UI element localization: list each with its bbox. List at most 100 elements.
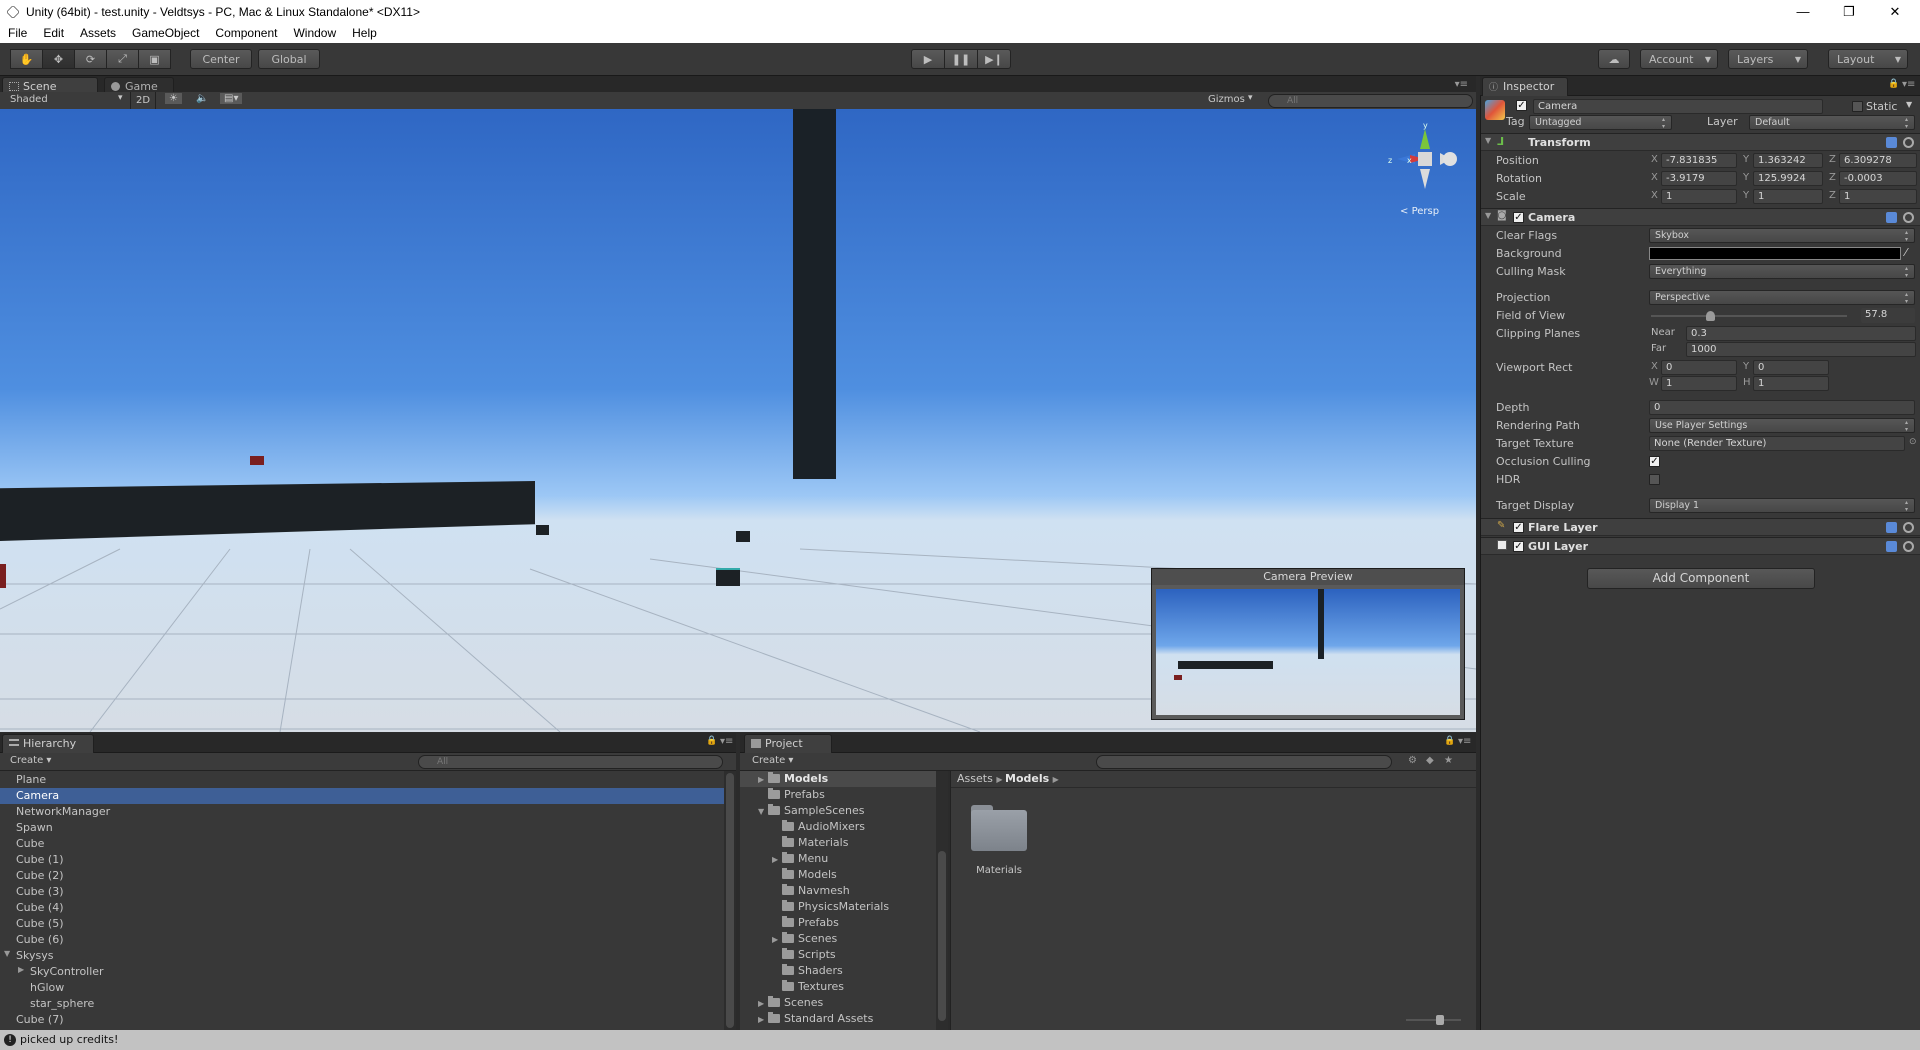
tree-item[interactable]: ▶ Models <box>758 771 828 787</box>
account-dropdown[interactable]: Account ▼ <box>1640 49 1718 69</box>
collapse-arrow-icon[interactable]: ▶ <box>772 932 782 948</box>
tree-item[interactable]: Models <box>782 867 837 883</box>
2d-toggle[interactable]: 2D <box>130 92 156 109</box>
camera-component-header[interactable]: ▼ ◙ ✓ Camera <box>1481 208 1920 226</box>
tree-item[interactable]: Scripts <box>782 947 836 963</box>
hierarchy-item[interactable]: Spawn <box>0 820 724 836</box>
clear-flags-dropdown[interactable]: Skybox <box>1649 228 1915 243</box>
rotation-x-field[interactable]: -3.9179 <box>1661 171 1737 186</box>
gui-layer-checkbox[interactable]: ✓ <box>1513 541 1524 552</box>
effects-toggle-icon[interactable]: ▤▾ <box>220 93 243 104</box>
lighting-toggle-icon[interactable]: ☀ <box>165 93 182 104</box>
hierarchy-item[interactable]: star_sphere <box>0 996 724 1012</box>
scene-viewport[interactable]: y z x < Persp Camera Preview <box>0 109 1476 732</box>
tree-item[interactable]: Prefabs <box>782 915 839 931</box>
panel-menu-icon[interactable]: ▾≡ <box>1455 79 1468 90</box>
scene-search-input[interactable]: All <box>1268 94 1473 108</box>
filter-type-icon[interactable]: ⚙ <box>1408 755 1417 766</box>
hierarchy-item[interactable]: Cube (6) <box>0 932 724 948</box>
eyedropper-icon[interactable]: ⁄ <box>1905 246 1907 259</box>
tag-dropdown[interactable]: Untagged <box>1529 115 1672 130</box>
camera-enabled-checkbox[interactable]: ✓ <box>1513 212 1524 223</box>
scale-tool-icon[interactable]: ⤢ <box>106 49 139 69</box>
hierarchy-item[interactable]: SkyController <box>0 964 724 980</box>
hierarchy-scroll-thumb[interactable] <box>726 773 734 1028</box>
position-x-field[interactable]: -7.831835 <box>1661 153 1737 168</box>
object-picker-icon[interactable]: ⊙ <box>1909 437 1917 447</box>
fov-slider-track[interactable] <box>1651 311 1847 321</box>
scale-y-field[interactable]: 1 <box>1753 189 1823 204</box>
expand-arrow-icon[interactable]: ▼ <box>758 804 768 820</box>
fov-slider-thumb[interactable] <box>1706 311 1715 321</box>
status-message[interactable]: picked up credits! <box>20 1033 118 1046</box>
help-book-icon[interactable] <box>1886 137 1897 148</box>
flare-layer-checkbox[interactable]: ✓ <box>1513 522 1524 533</box>
tree-item[interactable]: Materials <box>782 835 848 851</box>
viewport-y-field[interactable]: 0 <box>1753 360 1829 375</box>
tree-item[interactable]: Prefabs <box>768 787 825 803</box>
object-name-field[interactable]: Camera <box>1533 99 1823 114</box>
near-field[interactable]: 0.3 <box>1686 326 1916 341</box>
persp-toggle[interactable]: < Persp <box>1400 206 1439 217</box>
tree-item[interactable]: ▶ Scenes <box>772 931 837 947</box>
minimize-icon[interactable]: — <box>1780 0 1826 23</box>
icon-size-slider[interactable] <box>1406 1015 1461 1025</box>
shading-mode-dropdown[interactable]: Shaded <box>10 94 48 105</box>
gear-icon[interactable] <box>1903 137 1914 148</box>
help-book-icon[interactable] <box>1886 522 1897 533</box>
target-display-dropdown[interactable]: Display 1 <box>1649 498 1915 513</box>
rotation-z-field[interactable]: -0.0003 <box>1839 171 1917 186</box>
hierarchy-create-button[interactable]: Create ▾ <box>10 755 51 766</box>
menu-assets[interactable]: Assets <box>72 26 124 40</box>
active-checkbox[interactable]: ✓ <box>1516 100 1527 111</box>
static-checkbox[interactable] <box>1852 101 1863 112</box>
position-z-field[interactable]: 6.309278 <box>1839 153 1917 168</box>
icon-size-slider-thumb[interactable] <box>1436 1015 1444 1025</box>
collapse-arrow-icon[interactable]: ▶ <box>772 852 782 868</box>
tree-item[interactable]: ▶ Scenes <box>758 995 823 1011</box>
rendering-path-dropdown[interactable]: Use Player Settings <box>1649 418 1915 433</box>
layers-dropdown[interactable]: Layers ▼ <box>1728 49 1808 69</box>
hierarchy-item[interactable]: Cube (5) <box>0 916 724 932</box>
hierarchy-item[interactable]: NetworkManager <box>0 804 724 820</box>
layout-dropdown[interactable]: Layout ▼ <box>1828 49 1908 69</box>
favorite-star-icon[interactable]: ★ <box>1444 755 1453 766</box>
scale-z-field[interactable]: 1 <box>1839 189 1917 204</box>
hierarchy-search-input[interactable]: All <box>418 755 723 769</box>
rect-tool-icon[interactable]: ▣ <box>138 49 171 69</box>
hdr-checkbox[interactable] <box>1649 474 1660 485</box>
pivot-center-button[interactable]: Center <box>190 49 252 69</box>
panel-menu-icon[interactable]: ▾≡ <box>1902 79 1915 90</box>
occlusion-culling-checkbox[interactable]: ✓ <box>1649 456 1660 467</box>
tree-item[interactable]: ▶ Menu <box>772 851 828 867</box>
pause-button[interactable]: ❚❚ <box>944 49 978 69</box>
lock-icon[interactable]: 🔒 <box>706 736 717 746</box>
lock-icon[interactable]: 🔒 <box>1444 736 1455 746</box>
depth-field[interactable]: 0 <box>1649 400 1915 415</box>
culling-mask-dropdown[interactable]: Everything <box>1649 264 1915 279</box>
play-button[interactable]: ▶ <box>911 49 945 69</box>
close-icon[interactable]: ✕ <box>1872 0 1918 23</box>
flare-layer-header[interactable]: ✎ ✓ Flare Layer <box>1481 518 1920 536</box>
hierarchy-item[interactable]: Cube <box>0 836 724 852</box>
scene-orientation-gizmo[interactable]: y z x <box>1385 119 1465 199</box>
help-book-icon[interactable] <box>1886 541 1897 552</box>
menu-gameobject[interactable]: GameObject <box>124 26 207 40</box>
fov-value-field[interactable]: 57.8 <box>1861 308 1915 323</box>
expand-arrow-icon[interactable]: ▼ <box>1485 136 1491 145</box>
projection-dropdown[interactable]: Perspective <box>1649 290 1915 305</box>
hierarchy-item[interactable]: hGlow <box>0 980 724 996</box>
tree-item[interactable]: ▶ Standard Assets <box>758 1011 873 1027</box>
filter-label-icon[interactable]: ◆ <box>1426 755 1434 766</box>
hierarchy-item[interactable]: Skysys <box>0 948 724 964</box>
gizmos-dropdown[interactable]: Gizmos <box>1208 94 1245 105</box>
hierarchy-item[interactable]: Cube (3) <box>0 884 724 900</box>
step-button[interactable]: ▶❙ <box>977 49 1011 69</box>
breadcrumb-assets[interactable]: Assets <box>957 772 993 785</box>
rotation-y-field[interactable]: 125.9924 <box>1753 171 1823 186</box>
panel-menu-icon[interactable]: ▾≡ <box>720 736 733 747</box>
hierarchy-item[interactable]: Cube (2) <box>0 868 724 884</box>
breadcrumb-models[interactable]: Models <box>1005 772 1049 785</box>
gear-icon[interactable] <box>1903 212 1914 223</box>
menu-window[interactable]: Window <box>285 26 344 40</box>
